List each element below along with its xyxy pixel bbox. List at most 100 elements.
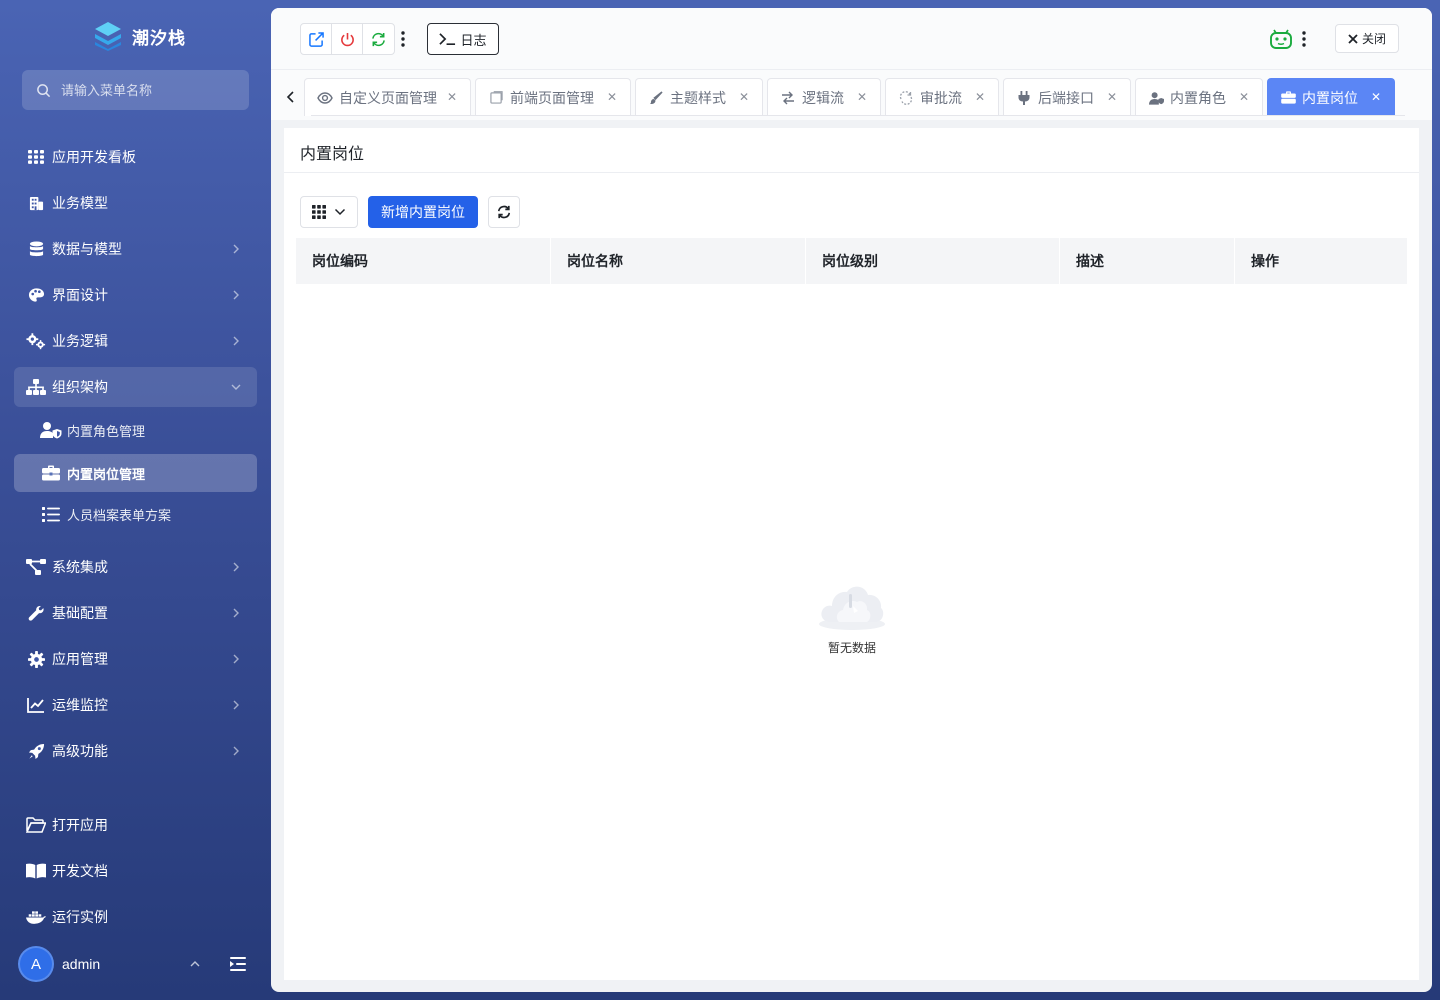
- tab-builtin-position[interactable]: 内置岗位 ✕: [1267, 78, 1395, 116]
- sidebar-subitem-personnel-forms[interactable]: 人员档案表单方案: [14, 495, 257, 533]
- collapse-sidebar-icon[interactable]: [228, 954, 248, 974]
- tab-close-icon[interactable]: ✕: [446, 91, 458, 103]
- more-vertical-icon[interactable]: [1298, 30, 1310, 48]
- sidebar: 潮汐栈 应用开发看板 业务模型: [0, 0, 271, 1000]
- chevron-right-icon: [233, 336, 239, 346]
- tab-close-icon[interactable]: ✕: [1370, 91, 1382, 103]
- palette-icon: [26, 285, 46, 305]
- list-icon: [40, 504, 62, 524]
- tab-close-icon[interactable]: ✕: [974, 91, 986, 103]
- add-builtin-position-button[interactable]: 新增内置岗位: [368, 196, 478, 228]
- sidebar-item-label: 应用管理: [52, 651, 108, 667]
- column-header-position-code[interactable]: 岗位编码: [296, 238, 551, 284]
- grid-icon: [312, 205, 326, 219]
- wrench-icon: [26, 603, 46, 623]
- sidebar-item-label: 系统集成: [52, 559, 108, 575]
- tab-builtin-role[interactable]: 内置角色 ✕: [1135, 78, 1263, 116]
- tab-label: 后端接口: [1038, 89, 1094, 106]
- sidebar-subitem-builtin-positions[interactable]: 内置岗位管理: [14, 454, 257, 492]
- sidebar-item-label: 开发文档: [52, 863, 108, 879]
- tab-label: 逻辑流: [802, 89, 844, 106]
- sidebar-item-business-model[interactable]: 业务模型: [14, 183, 257, 223]
- terminal-icon: [439, 33, 456, 46]
- chevron-right-icon: [233, 562, 239, 572]
- sidebar-subitem-builtin-roles[interactable]: 内置角色管理: [14, 411, 257, 449]
- tab-close-icon[interactable]: ✕: [856, 91, 868, 103]
- chevron-up-icon[interactable]: [188, 957, 202, 971]
- tab-backend-api[interactable]: 后端接口 ✕: [1003, 78, 1131, 116]
- sidebar-subitem-label: 内置岗位管理: [67, 466, 146, 482]
- sidebar-item-app-management[interactable]: 应用管理: [14, 639, 257, 679]
- sidebar-item-advanced[interactable]: 高级功能: [14, 731, 257, 771]
- log-label: 日志: [460, 32, 487, 48]
- apps-grid-icon: [26, 147, 46, 167]
- building-icon: [26, 193, 46, 213]
- menu-search[interactable]: [22, 70, 249, 110]
- sidebar-item-data-model[interactable]: 数据与模型: [14, 229, 257, 269]
- sidebar-subitem-label: 人员档案表单方案: [67, 507, 172, 523]
- sidebar-item-label: 数据与模型: [52, 241, 122, 257]
- power-icon: [340, 32, 354, 46]
- flow-icon: [780, 90, 796, 106]
- tab-logic-flow[interactable]: 逻辑流 ✕: [767, 78, 881, 116]
- sidebar-item-business-logic[interactable]: 业务逻辑: [14, 321, 257, 361]
- close-button[interactable]: 关闭: [1335, 24, 1399, 53]
- column-settings-dropdown[interactable]: [300, 196, 358, 228]
- sidebar-item-label: 运维监控: [52, 697, 108, 713]
- tab-label: 审批流: [920, 89, 962, 106]
- empty-text: 暂无数据: [827, 641, 876, 655]
- tab-close-icon[interactable]: ✕: [606, 91, 618, 103]
- sidebar-item-basic-config[interactable]: 基础配置: [14, 593, 257, 633]
- book-open-icon: [26, 861, 46, 881]
- chevron-left-icon: [286, 91, 294, 103]
- log-button[interactable]: 日志: [427, 23, 499, 55]
- tab-close-icon[interactable]: ✕: [738, 91, 750, 103]
- tab-close-icon[interactable]: ✕: [1106, 91, 1118, 103]
- sidebar-item-ops-monitoring[interactable]: 运维监控: [14, 685, 257, 725]
- column-header-position-level[interactable]: 岗位级别: [806, 238, 1060, 284]
- tab-theme-style[interactable]: 主题样式 ✕: [635, 78, 763, 116]
- sidebar-item-system-integration[interactable]: 系统集成: [14, 547, 257, 587]
- column-header-actions[interactable]: 操作: [1235, 238, 1407, 284]
- user-shield-icon: [40, 420, 62, 440]
- sidebar-item-organization[interactable]: 组织架构: [14, 367, 257, 407]
- briefcase-icon: [1280, 90, 1296, 106]
- chevron-right-icon: [233, 746, 239, 756]
- chevron-down-icon: [231, 384, 241, 390]
- sidebar-item-ui-design[interactable]: 界面设计: [14, 275, 257, 315]
- page-icon: [488, 90, 504, 106]
- close-icon: [1348, 33, 1358, 44]
- open-external-button[interactable]: [301, 24, 332, 54]
- briefcase-icon: [40, 463, 62, 483]
- tab-approval-flow[interactable]: 审批流 ✕: [885, 78, 999, 116]
- more-vertical-icon[interactable]: [397, 30, 409, 48]
- chevron-right-icon: [233, 290, 239, 300]
- sidebar-item-dev-docs[interactable]: 开发文档: [14, 851, 257, 891]
- tabs-scroll-left[interactable]: [283, 84, 299, 110]
- main-panel: 日志 关闭 自定义页面管理 ✕ 前端页面管理 ✕ 主题样式 ✕ 逻辑流 ✕ 审批…: [271, 8, 1432, 992]
- tab-bar: 自定义页面管理 ✕ 前端页面管理 ✕ 主题样式 ✕ 逻辑流 ✕ 审批流 ✕ 后端…: [271, 70, 1432, 120]
- sidebar-item-run-instances[interactable]: 运行实例: [14, 897, 257, 937]
- sidebar-item-label: 高级功能: [52, 743, 108, 759]
- table-header: 岗位编码 岗位名称 岗位级别 描述 操作: [296, 238, 1407, 284]
- chevron-right-icon: [233, 608, 239, 618]
- search-icon: [37, 83, 51, 97]
- sidebar-item-dashboard[interactable]: 应用开发看板: [14, 137, 257, 177]
- avatar[interactable]: A: [18, 946, 54, 982]
- menu-search-input[interactable]: [61, 82, 241, 98]
- tab-frontend-page-management[interactable]: 前端页面管理 ✕: [475, 78, 631, 116]
- power-button[interactable]: [332, 24, 363, 54]
- android-robot-icon[interactable]: [1269, 26, 1293, 50]
- tab-custom-page-management[interactable]: 自定义页面管理 ✕: [304, 78, 471, 116]
- refresh-app-button[interactable]: [363, 24, 394, 54]
- user-menu[interactable]: A admin: [18, 946, 258, 982]
- tabs-divider: [311, 115, 1405, 116]
- chevron-right-icon: [233, 244, 239, 254]
- column-header-position-name[interactable]: 岗位名称: [551, 238, 806, 284]
- page-title: 内置岗位: [300, 146, 365, 163]
- tab-close-icon[interactable]: ✕: [1238, 91, 1250, 103]
- app-logo[interactable]: 潮汐栈: [92, 20, 186, 52]
- column-header-description[interactable]: 描述: [1060, 238, 1235, 284]
- sidebar-item-open-app[interactable]: 打开应用: [14, 805, 257, 845]
- refresh-table-button[interactable]: [488, 196, 520, 228]
